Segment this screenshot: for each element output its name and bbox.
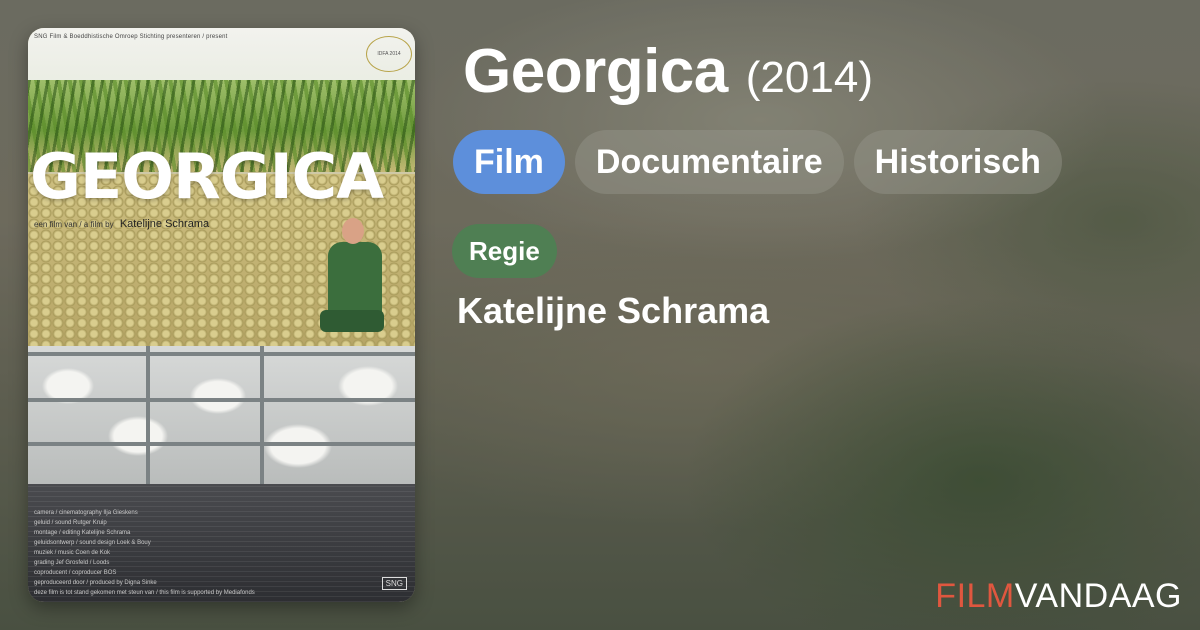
- brand-part-film: FILM: [935, 577, 1015, 615]
- poster-fence-rail: [28, 398, 415, 402]
- tag-film[interactable]: Film: [453, 130, 565, 194]
- poster-credit-line: deze film is tot stand gekomen met steun…: [34, 590, 255, 596]
- poster-top-credit: SNG Film & Boeddhistische Omroep Stichti…: [34, 34, 228, 40]
- poster-title: GEORGICA: [30, 140, 384, 213]
- poster-subtitle-prefix: een film van / a film by: [34, 220, 114, 229]
- poster-credit-line: camera / cinematography Ilja Gieskens: [34, 510, 138, 516]
- tag-documentaire[interactable]: Documentaire: [574, 130, 844, 194]
- role-badge-regie: Regie: [452, 224, 557, 278]
- poster-sng-logo: SNG: [381, 577, 407, 590]
- poster-credit-line: geluid / sound Rutger Kruip: [34, 520, 107, 526]
- poster-credit-line: muziek / music Coen de Kok: [34, 550, 111, 556]
- poster-credit-line: geproduceerd door / produced by Digna Si…: [34, 580, 157, 586]
- brand-part-vandaag: VANDAAG: [1014, 577, 1182, 615]
- poster-fence-rail: [28, 352, 415, 356]
- poster-credit-line: geluidsontwerp / sound design Loek & Bou…: [34, 540, 151, 546]
- poster-credit-line: coproducent / coproducer BOS: [34, 570, 117, 576]
- poster-farmer-figure: [320, 218, 390, 346]
- poster-credits: camera / cinematography Ilja Gieskens ge…: [34, 508, 264, 598]
- poster-goats: [28, 346, 415, 486]
- tag-historisch[interactable]: Historisch: [853, 130, 1062, 194]
- poster-subtitle: een film van / a film by Katelijne Schra…: [34, 218, 209, 230]
- filmvandaag-logo[interactable]: FILMVANDAAG: [935, 577, 1182, 616]
- poster-fence-rail: [28, 442, 415, 446]
- film-heading: Georgica (2014): [463, 36, 873, 116]
- poster-director: Katelijne Schrama: [119, 218, 210, 230]
- genre-tags: Film Documentaire Historisch: [453, 130, 1062, 194]
- poster-festival-laurel: IDFA 2014: [366, 36, 412, 72]
- poster-fence-post: [260, 346, 264, 486]
- poster-fence-post: [146, 346, 150, 486]
- poster-credit-line: grading Jef Grosfeld / Loods: [34, 560, 110, 566]
- film-poster[interactable]: SNG Film & Boeddhistische Omroep Stichti…: [28, 28, 415, 602]
- director-name[interactable]: Katelijne Schrama: [457, 290, 769, 332]
- poster-credit-line: montage / editing Katelijne Schrama: [34, 530, 131, 536]
- film-year: (2014): [745, 53, 873, 102]
- film-title: Georgica: [463, 37, 728, 106]
